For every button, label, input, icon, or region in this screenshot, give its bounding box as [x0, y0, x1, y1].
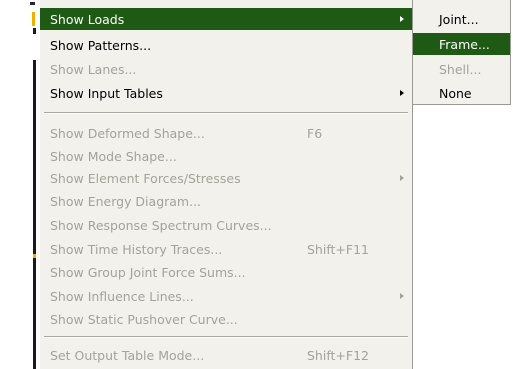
menu-item-show-influence-lines[interactable]: Show Influence Lines...	[40, 285, 412, 307]
window-edge-bar	[33, 60, 36, 369]
menu-item-shortcut: F6	[307, 125, 323, 141]
menu-item-label: Show Mode Shape...	[50, 148, 177, 164]
menu-item-label: Set Output Table Mode...	[50, 347, 205, 363]
menu-item-label: Show Group Joint Force Sums...	[50, 264, 246, 280]
menu-item-label: Show Deformed Shape...	[50, 125, 205, 141]
menu-item-show-element-forces[interactable]: Show Element Forces/Stresses	[40, 167, 412, 189]
window-edge-accent	[32, 12, 35, 26]
submenu-item-label: Shell...	[439, 61, 482, 77]
menu-item-shortcut: Shift+F11	[307, 241, 369, 257]
menu-item-label: Show Response Spectrum Curves...	[50, 217, 272, 233]
menu-item-show-deformed-shape[interactable]: Show Deformed Shape... F6	[40, 122, 412, 144]
menu-item-label: Show Time History Traces...	[50, 241, 223, 257]
menu-item-show-lanes[interactable]: Show Lanes...	[40, 58, 412, 80]
submenu-arrow-icon	[400, 90, 404, 96]
menu-item-label: Show Element Forces/Stresses	[50, 170, 241, 186]
submenu-item-frame[interactable]: Frame...	[413, 33, 510, 55]
submenu-item-none[interactable]: None	[413, 82, 510, 104]
submenu-arrow-icon	[400, 175, 404, 181]
menu-item-show-group-joint-force[interactable]: Show Group Joint Force Sums...	[40, 261, 412, 283]
menu-item-show-loads[interactable]: Show Loads	[40, 8, 412, 30]
menu-item-show-time-history[interactable]: Show Time History Traces... Shift+F11	[40, 238, 412, 260]
submenu-item-label: Frame...	[439, 36, 490, 52]
menu-item-label: Show Patterns...	[50, 37, 152, 53]
submenu-item-label: None	[439, 85, 472, 101]
menu-item-show-response-spectrum[interactable]: Show Response Spectrum Curves...	[40, 214, 412, 236]
menu-item-set-output-table-mode[interactable]: Set Output Table Mode... Shift+F12	[40, 344, 412, 366]
menu-item-show-patterns[interactable]: Show Patterns...	[40, 34, 412, 56]
background-window-edge	[0, 0, 40, 369]
menu-item-label: Show Influence Lines...	[50, 288, 194, 304]
menu-item-label: Show Input Tables	[50, 85, 163, 101]
menu-item-shortcut: Shift+F12	[307, 347, 369, 363]
menu-item-label: Show Energy Diagram...	[50, 193, 202, 209]
window-edge-tick	[30, 2, 35, 5]
menu-item-show-static-pushover[interactable]: Show Static Pushover Curve...	[40, 308, 412, 330]
submenu-item-label: Joint...	[439, 11, 479, 27]
menu-item-show-mode-shape[interactable]: Show Mode Shape...	[40, 145, 412, 167]
menu-separator	[44, 336, 408, 338]
window-edge-bar-top	[33, 28, 36, 34]
menu-item-show-input-tables[interactable]: Show Input Tables	[40, 82, 412, 104]
menu-item-label: Show Lanes...	[50, 61, 137, 77]
submenu-item-joint[interactable]: Joint...	[413, 8, 510, 30]
menu-separator	[44, 112, 408, 114]
window-edge-accent-lower	[33, 254, 36, 258]
submenu-item-shell[interactable]: Shell...	[413, 58, 510, 80]
submenu-arrow-icon	[400, 293, 404, 299]
menu-item-label: Show Static Pushover Curve...	[50, 311, 238, 327]
menu-item-show-energy-diagram[interactable]: Show Energy Diagram...	[40, 190, 412, 212]
display-menu: Show Loads Show Patterns... Show Lanes..…	[40, 0, 413, 369]
show-loads-submenu: Joint... Frame... Shell... None	[413, 0, 511, 105]
submenu-arrow-icon	[400, 16, 404, 22]
menu-item-label: Show Loads	[50, 11, 125, 27]
